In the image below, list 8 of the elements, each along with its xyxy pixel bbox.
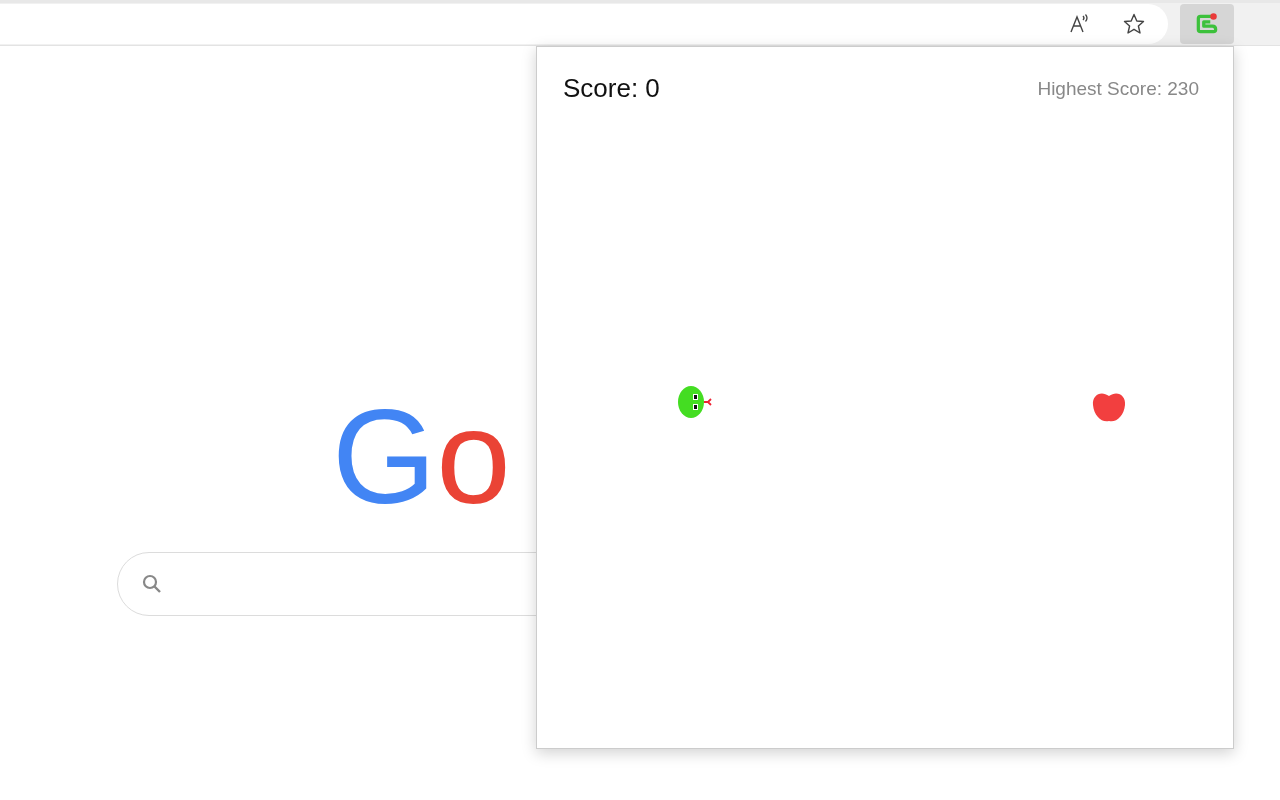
score-text: Score: 0 (563, 73, 660, 104)
highest-score-text: Highest Score: 230 (1037, 77, 1199, 100)
logo-letter: o (436, 390, 511, 520)
logo-letter: G (332, 390, 437, 520)
apple-icon (1091, 390, 1127, 424)
star-icon[interactable] (1122, 12, 1146, 36)
extension-button[interactable] (1180, 4, 1234, 44)
snake-head-drawing (677, 385, 713, 419)
